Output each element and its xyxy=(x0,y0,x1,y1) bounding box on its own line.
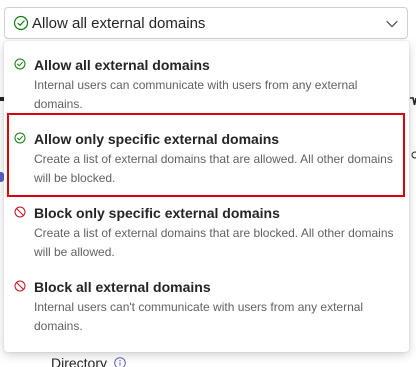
option-title: Allow all external domains xyxy=(34,57,210,73)
option-block-specific[interactable]: Block only specific external domains Cre… xyxy=(4,204,409,262)
option-description: Create a list of external domains that a… xyxy=(34,226,394,259)
directory-label: Directory xyxy=(51,355,126,367)
external-domains-dropdown: Allow all external domains Internal user… xyxy=(4,41,409,352)
select-value: Allow all external domains xyxy=(32,14,206,32)
blocked-icon xyxy=(14,206,26,218)
highlight-annotation xyxy=(7,113,405,197)
info-icon[interactable] xyxy=(114,357,126,367)
option-block-all[interactable]: Block all external domains Internal user… xyxy=(4,278,409,336)
chevron-down-icon[interactable] xyxy=(385,17,399,31)
blocked-icon xyxy=(14,280,26,292)
background-fragment xyxy=(410,148,416,160)
page: Allow all external domains Allow all ext… xyxy=(0,0,416,367)
option-allow-all[interactable]: Allow all external domains Internal user… xyxy=(4,56,409,114)
external-domains-select[interactable]: Allow all external domains xyxy=(4,7,408,39)
checkmark-circle-icon xyxy=(13,15,29,31)
directory-text: Directory xyxy=(51,355,108,367)
background-fragment xyxy=(410,96,416,110)
option-title: Block only specific external domains xyxy=(34,205,280,221)
option-title: Block all external domains xyxy=(34,279,211,295)
option-description: Internal users can communicate with user… xyxy=(34,78,358,111)
option-description: Internal users can't communicate with us… xyxy=(34,300,364,333)
checkmark-circle-icon xyxy=(14,58,26,70)
